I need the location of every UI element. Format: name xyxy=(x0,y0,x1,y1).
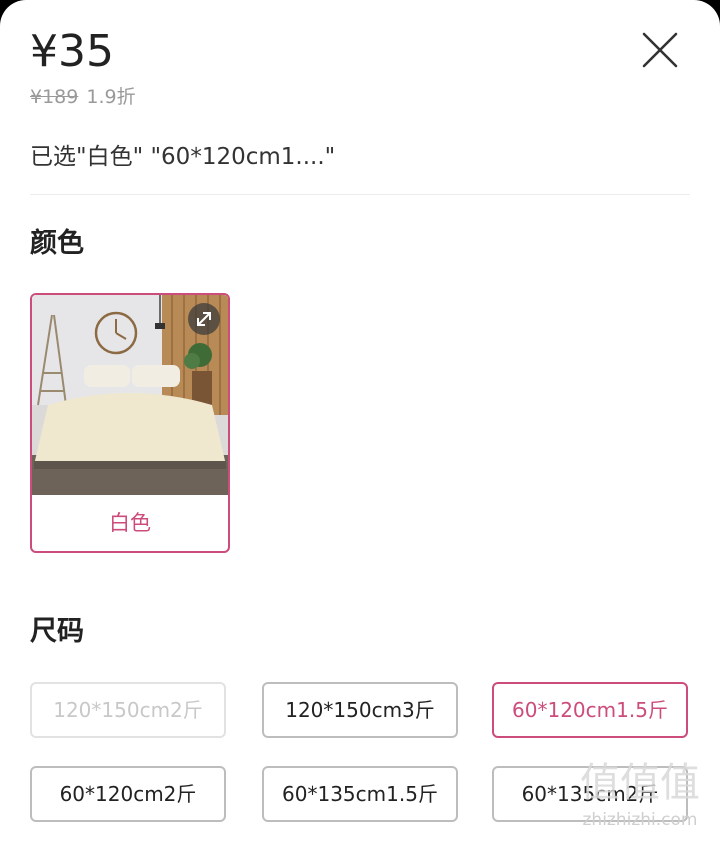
size-option-60x135-2jin[interactable]: 60*135cm2斤 xyxy=(492,766,688,822)
expand-icon xyxy=(197,312,211,326)
price: ¥35 xyxy=(30,26,114,77)
discount-label: 1.9折 xyxy=(86,86,136,108)
size-option-60x120-2jin[interactable]: 60*120cm2斤 xyxy=(30,766,226,822)
size-option-120x150-3jin[interactable]: 120*150cm3斤 xyxy=(262,682,458,738)
divider xyxy=(30,194,690,195)
size-option-60x135-1-5jin[interactable]: 60*135cm1.5斤 xyxy=(262,766,458,822)
original-price-row: ¥189 1.9折 xyxy=(30,84,136,110)
size-section-title: 尺码 xyxy=(30,616,84,647)
size-option-60x120-1-5jin[interactable]: 60*120cm1.5斤 xyxy=(492,682,688,738)
selected-summary: 已选"白色" "60*120cm1...." xyxy=(30,144,336,170)
original-price: ¥189 xyxy=(30,86,79,108)
close-button[interactable] xyxy=(636,26,684,74)
color-option-label: 白色 xyxy=(109,511,151,535)
size-option-120x150-2jin[interactable]: 120*150cm2斤 xyxy=(30,682,226,738)
color-option-white[interactable]: 白色 xyxy=(30,293,230,553)
expand-image-button[interactable] xyxy=(188,303,220,335)
close-icon xyxy=(642,32,678,68)
color-section-title: 颜色 xyxy=(30,228,84,259)
sku-selector-sheet: ¥35 ¥189 1.9折 已选"白色" "60*120cm1...." 颜色 xyxy=(0,0,720,860)
